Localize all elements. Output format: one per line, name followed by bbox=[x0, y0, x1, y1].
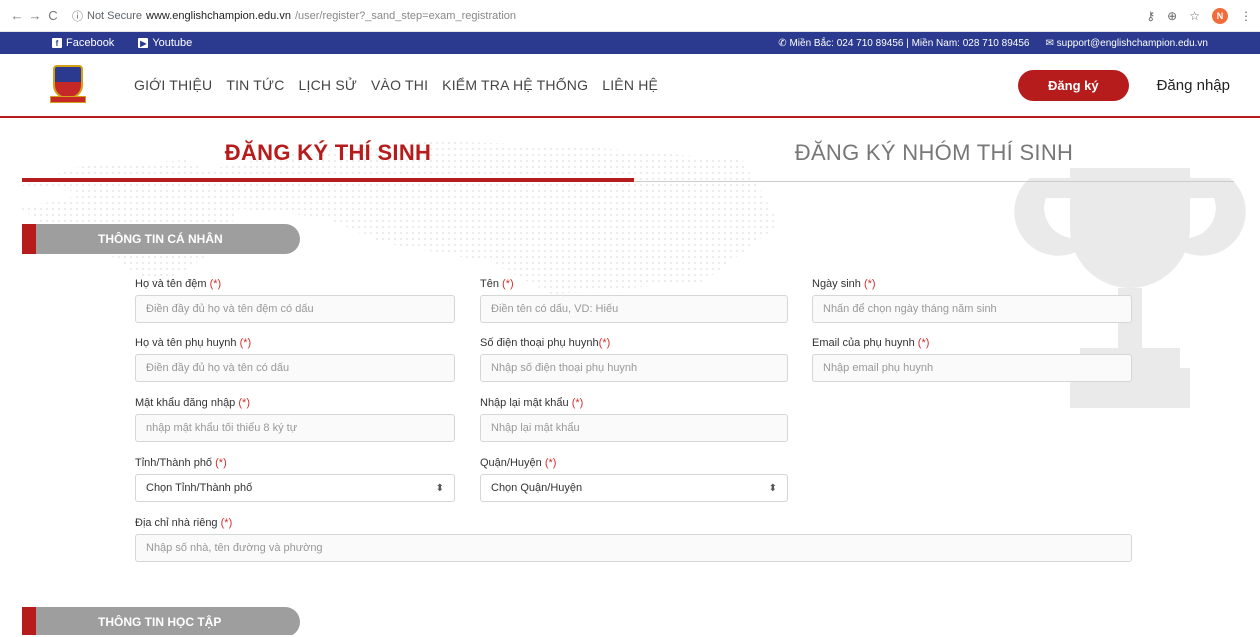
url-domain: www.englishchampion.edu.vn bbox=[146, 9, 291, 22]
dob-label: Ngày sinh (*) bbox=[812, 278, 876, 290]
tab-group-registration[interactable]: ĐĂNG KÝ NHÓM THÍ SINH bbox=[634, 118, 1234, 182]
top-info-bar: f Facebook ▶ Youtube ✆ Miền Bắc: 024 710… bbox=[0, 32, 1260, 54]
nav-news[interactable]: TIN TỨC bbox=[226, 77, 284, 93]
district-label: Quận/Huyện (*) bbox=[480, 457, 557, 469]
reload-icon[interactable]: C bbox=[44, 8, 62, 23]
registration-tabs: ĐĂNG KÝ THÍ SINH ĐĂNG KÝ NHÓM THÍ SINH bbox=[22, 118, 1260, 182]
support-email-text: support@englishchampion.edu.vn bbox=[1056, 37, 1208, 49]
parent-name-field: Họ và tên phụ huynh (*) Điền đầy đủ họ v… bbox=[135, 337, 455, 382]
star-icon[interactable]: ☆ bbox=[1189, 9, 1200, 23]
tab-individual-registration[interactable]: ĐĂNG KÝ THÍ SINH bbox=[22, 118, 634, 182]
hotline: ✆ Miền Bắc: 024 710 89456 | Miền Nam: 02… bbox=[778, 37, 1030, 49]
province-select[interactable]: Chọn Tỉnh/Thành phố ⬍ bbox=[135, 474, 455, 502]
parent-name-label: Họ và tên phụ huynh (*) bbox=[135, 337, 252, 349]
facebook-icon: f bbox=[52, 38, 62, 48]
parent-phone-field: Số điện thoại phụ huynh(*) Nhập số điện … bbox=[480, 337, 788, 382]
district-field: Quận/Huyện (*) Chọn Quận/Huyện ⬍ bbox=[480, 457, 788, 502]
firstname-label: Tên (*) bbox=[480, 278, 514, 290]
site-header: GIỚI THIỆU TIN TỨC LỊCH SỬ VÀO THI KIỂM … bbox=[0, 54, 1260, 118]
forward-icon[interactable]: → bbox=[26, 8, 44, 23]
nav-contact[interactable]: LIÊN HỆ bbox=[602, 77, 658, 93]
password-confirm-field: Nhập lại mật khẩu (*) Nhập lại mật khẩu bbox=[480, 397, 788, 442]
main-nav: GIỚI THIỆU TIN TỨC LỊCH SỬ VÀO THI KIỂM … bbox=[134, 77, 658, 93]
site-logo[interactable] bbox=[50, 65, 86, 105]
address-label: Địa chỉ nhà riêng (*) bbox=[135, 517, 233, 529]
nav-take-exam[interactable]: VÀO THI bbox=[371, 77, 428, 93]
password-confirm-input[interactable]: Nhập lại mật khẩu bbox=[480, 414, 788, 442]
password-field: Mật khẩu đăng nhập (*) nhập mật khẩu tối… bbox=[135, 397, 455, 442]
lastname-label: Họ và tên đệm (*) bbox=[135, 278, 222, 290]
province-field: Tỉnh/Thành phố (*) Chọn Tỉnh/Thành phố ⬍ bbox=[135, 457, 455, 502]
province-label: Tỉnh/Thành phố (*) bbox=[135, 457, 227, 469]
password-input[interactable]: nhập mật khẩu tối thiểu 8 ký tự bbox=[135, 414, 455, 442]
nav-about[interactable]: GIỚI THIỆU bbox=[134, 77, 212, 93]
browser-toolbar: ← → C ⓘ Not Secure www.englishchampion.e… bbox=[0, 0, 1260, 32]
lastname-input[interactable]: Điền đầy đủ họ và tên đệm có dấu bbox=[135, 295, 455, 323]
province-selected-value: Chọn Tỉnh/Thành phố bbox=[146, 482, 253, 494]
district-select[interactable]: Chọn Quận/Huyện ⬍ bbox=[480, 474, 788, 502]
login-link[interactable]: Đăng nhập bbox=[1157, 77, 1230, 94]
facebook-label: Facebook bbox=[66, 37, 115, 49]
info-icon: ⓘ bbox=[72, 10, 83, 23]
parent-email-label: Email của phụ huynh (*) bbox=[812, 337, 930, 349]
parent-email-input[interactable]: Nhập email phụ huynh bbox=[812, 354, 1132, 382]
section-personal-info: THÔNG TIN CÁ NHÂN bbox=[22, 224, 300, 254]
section-study-info: THÔNG TIN HỌC TẬP bbox=[22, 607, 300, 635]
nav-history[interactable]: LỊCH SỬ bbox=[299, 77, 357, 93]
address-input[interactable]: Nhập số nhà, tên đường và phường bbox=[135, 534, 1132, 562]
address-field: Địa chỉ nhà riêng (*) Nhập số nhà, tên đ… bbox=[135, 517, 1132, 562]
facebook-link[interactable]: f Facebook bbox=[52, 37, 114, 49]
firstname-input[interactable]: Điền tên có dấu, VD: Hiếu bbox=[480, 295, 788, 323]
parent-email-field: Email của phụ huynh (*) Nhập email phụ h… bbox=[812, 337, 1132, 382]
select-arrows-icon: ⬍ bbox=[435, 482, 444, 494]
firstname-field: Tên (*) Điền tên có dấu, VD: Hiếu bbox=[480, 278, 788, 323]
youtube-link[interactable]: ▶ Youtube bbox=[138, 37, 192, 49]
select-arrows-icon: ⬍ bbox=[768, 482, 777, 494]
dob-input[interactable]: Nhấn để chọn ngày tháng năm sinh bbox=[812, 295, 1132, 323]
address-bar[interactable]: ⓘ Not Secure www.englishchampion.edu.vn /… bbox=[72, 8, 516, 24]
hotline-text: Miền Bắc: 024 710 89456 | Miền Nam: 028 … bbox=[789, 37, 1030, 49]
menu-icon[interactable]: ⋮ bbox=[1240, 9, 1252, 23]
dob-field: Ngày sinh (*) Nhấn để chọn ngày tháng nă… bbox=[812, 278, 1132, 323]
profile-avatar[interactable]: N bbox=[1212, 7, 1228, 24]
parent-name-input[interactable]: Điền đầy đủ họ và tên có dấu bbox=[135, 354, 455, 382]
registration-content: ĐĂNG KÝ THÍ SINH ĐĂNG KÝ NHÓM THÍ SINH T… bbox=[0, 118, 1260, 635]
back-icon[interactable]: ← bbox=[8, 8, 26, 23]
register-button[interactable]: Đăng ký bbox=[1018, 69, 1129, 101]
support-email[interactable]: ✉ support@englishchampion.edu.vn bbox=[1045, 38, 1208, 49]
password-confirm-label: Nhập lại mật khẩu (*) bbox=[480, 397, 584, 409]
lastname-field: Họ và tên đệm (*) Điền đầy đủ họ và tên … bbox=[135, 278, 455, 323]
key-icon[interactable]: ⚷ bbox=[1146, 9, 1155, 23]
youtube-label: Youtube bbox=[152, 37, 193, 49]
zoom-icon[interactable]: ⊕ bbox=[1167, 9, 1177, 23]
parent-phone-label: Số điện thoại phụ huynh(*) bbox=[480, 337, 611, 349]
not-secure-label: Not Secure bbox=[87, 9, 143, 22]
youtube-icon: ▶ bbox=[138, 38, 149, 48]
nav-system-check[interactable]: KIỂM TRA HỆ THỐNG bbox=[442, 77, 588, 93]
parent-phone-input[interactable]: Nhập số điện thoại phụ huynh bbox=[480, 354, 788, 382]
url-path: /user/register?_sand_step=exam_registrat… bbox=[294, 9, 516, 22]
password-label: Mật khẩu đăng nhập (*) bbox=[135, 397, 250, 409]
district-selected-value: Chọn Quận/Huyện bbox=[491, 482, 583, 494]
